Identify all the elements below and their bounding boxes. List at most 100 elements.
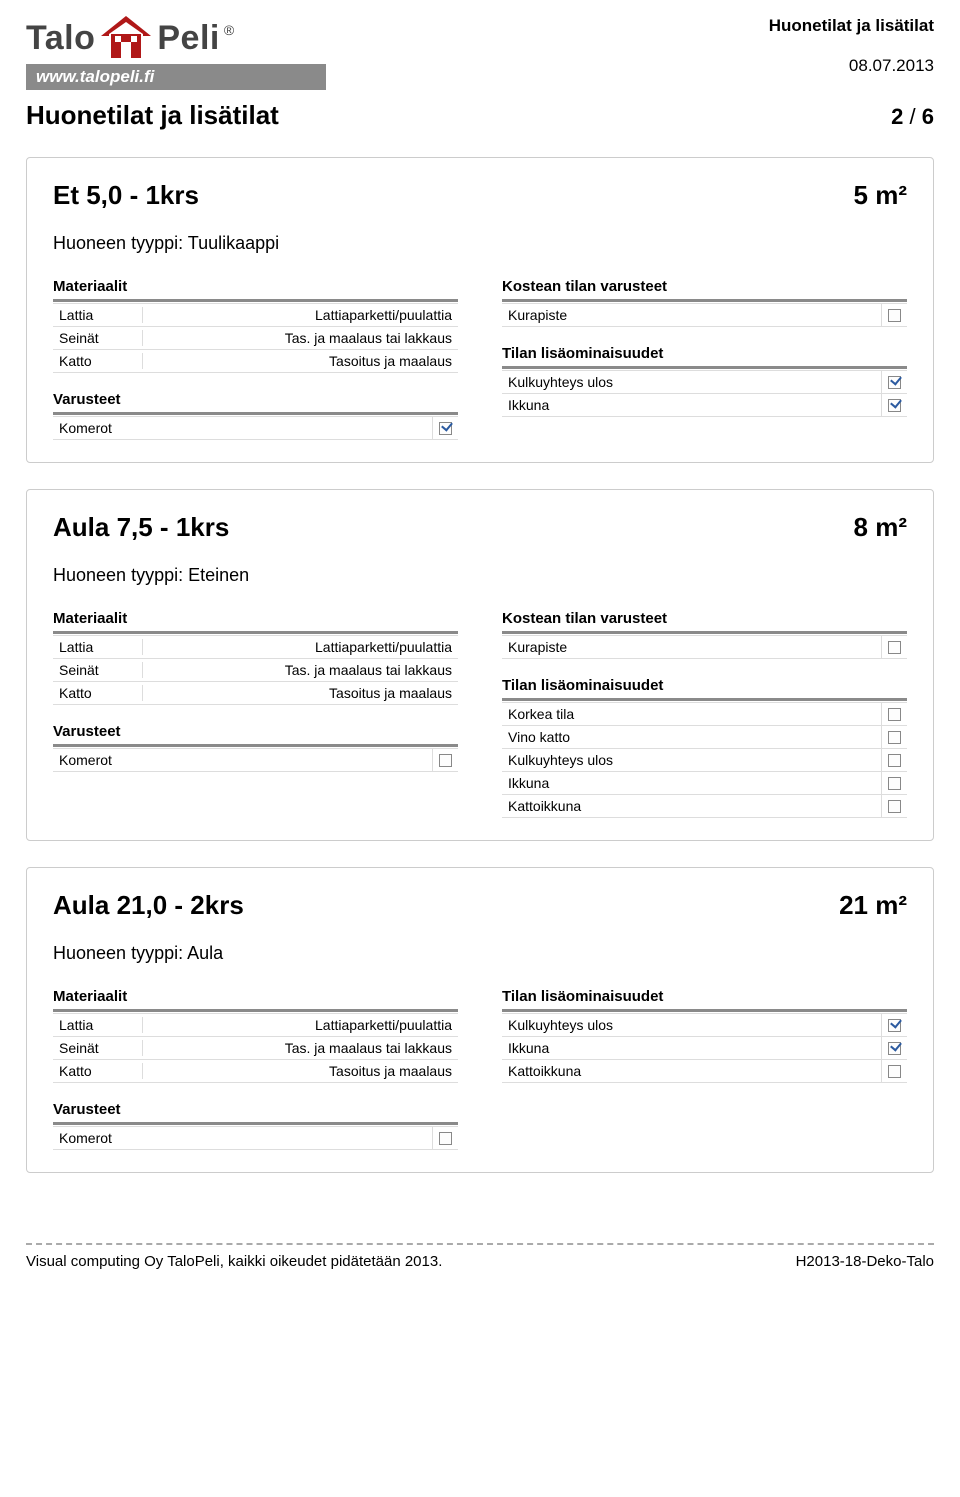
option-label: Ikkuna xyxy=(502,775,881,791)
checkbox[interactable] xyxy=(888,731,901,744)
room-name: Et 5,0 - 1krs xyxy=(53,180,199,211)
option-row: Kulkuyhteys ulos xyxy=(502,370,907,394)
material-value: Tasoitus ja maalaus xyxy=(143,685,458,701)
option-row: Komerot xyxy=(53,748,458,772)
room-card: Et 5,0 - 1krs 5 m² Huoneen tyyppi: Tuulika… xyxy=(26,157,934,463)
section-heading: Kostean tilan varusteet xyxy=(502,278,907,295)
left-column: Materiaalit LattiaLattiaparketti/puulatti… xyxy=(53,610,458,818)
section-heading: Varusteet xyxy=(53,1101,458,1118)
section-heading: Tilan lisäominaisuudet xyxy=(502,988,907,1005)
option-label: Kattoikkuna xyxy=(502,798,881,814)
checkbox[interactable] xyxy=(888,1042,901,1055)
option-label: Ikkuna xyxy=(502,397,881,413)
checkbox[interactable] xyxy=(888,754,901,767)
room-type: Huoneen tyyppi: Aula xyxy=(53,943,907,964)
checkbox[interactable] xyxy=(439,1132,452,1145)
section-heading: Materiaalit xyxy=(53,610,458,627)
option-label: Komerot xyxy=(53,420,432,436)
material-label: Katto xyxy=(53,685,143,701)
material-label: Katto xyxy=(53,1063,143,1079)
header-title: Huonetilat ja lisätilat xyxy=(769,16,934,36)
material-label: Lattia xyxy=(53,307,143,323)
checkbox[interactable] xyxy=(439,422,452,435)
option-row: Kattoikkuna xyxy=(502,1059,907,1083)
material-row: KattoTasoitus ja maalaus xyxy=(53,1059,458,1083)
room-card: Aula 7,5 - 1krs 8 m² Huoneen tyyppi: Etein… xyxy=(26,489,934,841)
reg-mark: ® xyxy=(224,22,234,38)
checkbox[interactable] xyxy=(888,1065,901,1078)
footer-right: H2013-18-Deko-Talo xyxy=(796,1253,934,1270)
option-row: Kurapiste xyxy=(502,635,907,659)
option-label: Korkea tila xyxy=(502,706,881,722)
option-label: Kulkuyhteys ulos xyxy=(502,1017,881,1033)
option-row: Kulkuyhteys ulos xyxy=(502,748,907,772)
checkbox[interactable] xyxy=(888,309,901,322)
option-label: Komerot xyxy=(53,1130,432,1146)
option-row: Komerot xyxy=(53,416,458,440)
right-column: Kostean tilan varusteet Kurapiste Tilan li… xyxy=(502,278,907,440)
option-row: Ikkuna xyxy=(502,1036,907,1060)
page-number: 2 / 6 xyxy=(891,104,934,130)
material-value: Tas. ja maalaus tai lakkaus xyxy=(143,662,458,678)
material-value: Lattiaparketti/puulattia xyxy=(143,639,458,655)
material-row: SeinätTas. ja maalaus tai lakkaus xyxy=(53,658,458,682)
checkbox[interactable] xyxy=(888,1019,901,1032)
option-label: Ikkuna xyxy=(502,1040,881,1056)
room-name: Aula 7,5 - 1krs xyxy=(53,512,229,543)
option-label: Kulkuyhteys ulos xyxy=(502,752,881,768)
option-row: Ikkuna xyxy=(502,393,907,417)
room-area: 21 m² xyxy=(839,890,907,921)
option-row: Kurapiste xyxy=(502,303,907,327)
option-label: Kattoikkuna xyxy=(502,1063,881,1079)
checkbox[interactable] xyxy=(439,754,452,767)
section-heading: Materiaalit xyxy=(53,278,458,295)
footer-left: Visual computing Oy TaloPeli, kaikki oik… xyxy=(26,1253,442,1270)
brand-right: Peli xyxy=(157,19,219,58)
option-row: Vino katto xyxy=(502,725,907,749)
option-label: Kurapiste xyxy=(502,307,881,323)
material-label: Katto xyxy=(53,353,143,369)
right-column: Tilan lisäominaisuudet Kulkuyhteys ulos Ik… xyxy=(502,988,907,1150)
checkbox[interactable] xyxy=(888,641,901,654)
section-heading: Tilan lisäominaisuudet xyxy=(502,345,907,362)
page-title: Huonetilat ja lisätilat xyxy=(26,100,279,131)
checkbox[interactable] xyxy=(888,777,901,790)
material-label: Seinät xyxy=(53,330,143,346)
room-type: Huoneen tyyppi: Eteinen xyxy=(53,565,907,586)
option-row: Komerot xyxy=(53,1126,458,1150)
room-card: Aula 21,0 - 2krs21 m²Huoneen tyyppi: Aul… xyxy=(26,867,934,1173)
material-row: KattoTasoitus ja maalaus xyxy=(53,349,458,373)
material-label: Seinät xyxy=(53,662,143,678)
right-column: Kostean tilan varusteet Kurapiste Tilan li… xyxy=(502,610,907,818)
room-type: Huoneen tyyppi: Tuulikaappi xyxy=(53,233,907,254)
material-label: Lattia xyxy=(53,639,143,655)
checkbox[interactable] xyxy=(888,376,901,389)
section-heading: Materiaalit xyxy=(53,988,458,1005)
option-row: Kulkuyhteys ulos xyxy=(502,1013,907,1037)
option-row: Korkea tila xyxy=(502,702,907,726)
option-label: Kulkuyhteys ulos xyxy=(502,374,881,390)
room-area: 8 m² xyxy=(854,512,907,543)
logo: Talo Peli ® xyxy=(26,16,326,60)
material-row: KattoTasoitus ja maalaus xyxy=(53,681,458,705)
checkbox[interactable] xyxy=(888,800,901,813)
material-row: LattiaLattiaparketti/puulattia xyxy=(53,1013,458,1037)
material-value: Lattiaparketti/puulattia xyxy=(143,1017,458,1033)
left-column: Materiaalit LattiaLattiaparketti/puulatti… xyxy=(53,988,458,1150)
material-label: Lattia xyxy=(53,1017,143,1033)
option-label: Vino katto xyxy=(502,729,881,745)
section-heading: Kostean tilan varusteet xyxy=(502,610,907,627)
section-heading: Tilan lisäominaisuudet xyxy=(502,677,907,694)
section-heading: Varusteet xyxy=(53,391,458,408)
brand-left: Talo xyxy=(26,19,95,58)
option-label: Komerot xyxy=(53,752,432,768)
material-value: Tasoitus ja maalaus xyxy=(143,1063,458,1079)
checkbox[interactable] xyxy=(888,399,901,412)
room-area: 5 m² xyxy=(854,180,907,211)
url-bar: www.talopeli.fi xyxy=(26,64,326,90)
material-value: Lattiaparketti/puulattia xyxy=(143,307,458,323)
checkbox[interactable] xyxy=(888,708,901,721)
material-row: LattiaLattiaparketti/puulattia xyxy=(53,303,458,327)
material-row: LattiaLattiaparketti/puulattia xyxy=(53,635,458,659)
material-value: Tasoitus ja maalaus xyxy=(143,353,458,369)
